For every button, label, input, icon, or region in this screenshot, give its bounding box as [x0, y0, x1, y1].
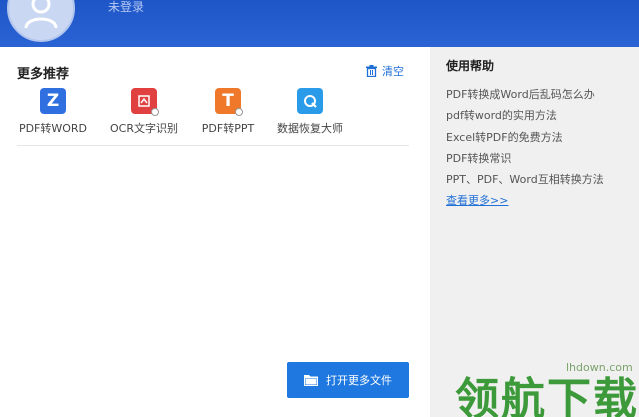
recommend-panel: 更多推荐 清空 Z PDF转WORD OCR文字识别 T PDF转PPT 数据恢… — [0, 47, 430, 417]
see-more-link[interactable]: 查看更多>> — [446, 192, 508, 208]
help-link[interactable]: PDF转换成Word后乱码怎么办 — [446, 84, 604, 105]
app-pdf-to-ppt[interactable]: T PDF转PPT — [198, 88, 258, 136]
avatar[interactable] — [7, 0, 75, 42]
open-more-files-button[interactable]: 打开更多文件 — [287, 362, 409, 398]
app-ocr[interactable]: OCR文字识别 — [104, 88, 184, 136]
watermark: lhdown.com 领航下载 — [455, 345, 639, 417]
pdf-to-ppt-icon: T — [215, 88, 243, 116]
ocr-icon — [131, 88, 159, 116]
clear-button[interactable]: 清空 — [366, 63, 404, 79]
help-title: 使用帮助 — [446, 59, 495, 73]
app-label: 数据恢复大师 — [277, 122, 343, 135]
pdf-to-word-icon: Z — [40, 88, 66, 114]
app-data-recovery[interactable]: 数据恢复大师 — [275, 88, 345, 136]
help-link[interactable]: PPT、PDF、Word互相转换方法 — [446, 169, 604, 190]
trash-icon — [366, 65, 377, 77]
section-title: 更多推荐 — [17, 67, 70, 82]
user-icon — [24, 0, 58, 29]
help-link[interactable]: PDF转换常识 — [446, 148, 604, 169]
app-label: PDF转WORD — [18, 122, 88, 135]
folder-icon — [304, 375, 318, 386]
help-link[interactable]: pdf转word的实用方法 — [446, 105, 604, 126]
app-label: PDF转PPT — [201, 122, 255, 135]
login-status[interactable]: 未登录 — [108, 0, 144, 15]
app-pdf-to-word[interactable]: Z PDF转WORD — [18, 88, 88, 136]
watermark-text: 领航下载 — [455, 374, 639, 417]
clear-label: 清空 — [382, 65, 404, 78]
open-more-label: 打开更多文件 — [326, 374, 392, 387]
app-list: Z PDF转WORD OCR文字识别 T PDF转PPT 数据恢复大师 — [12, 88, 412, 138]
data-recovery-icon — [297, 88, 323, 114]
help-list: PDF转换成Word后乱码怎么办 pdf转word的实用方法 Excel转PDF… — [446, 84, 604, 190]
app-label: OCR文字识别 — [110, 122, 178, 135]
badge-icon — [235, 108, 243, 116]
badge-icon — [151, 108, 159, 116]
help-link[interactable]: Excel转PDF的免费方法 — [446, 127, 604, 148]
divider — [17, 145, 409, 146]
header-bar: 未登录 — [0, 0, 639, 47]
